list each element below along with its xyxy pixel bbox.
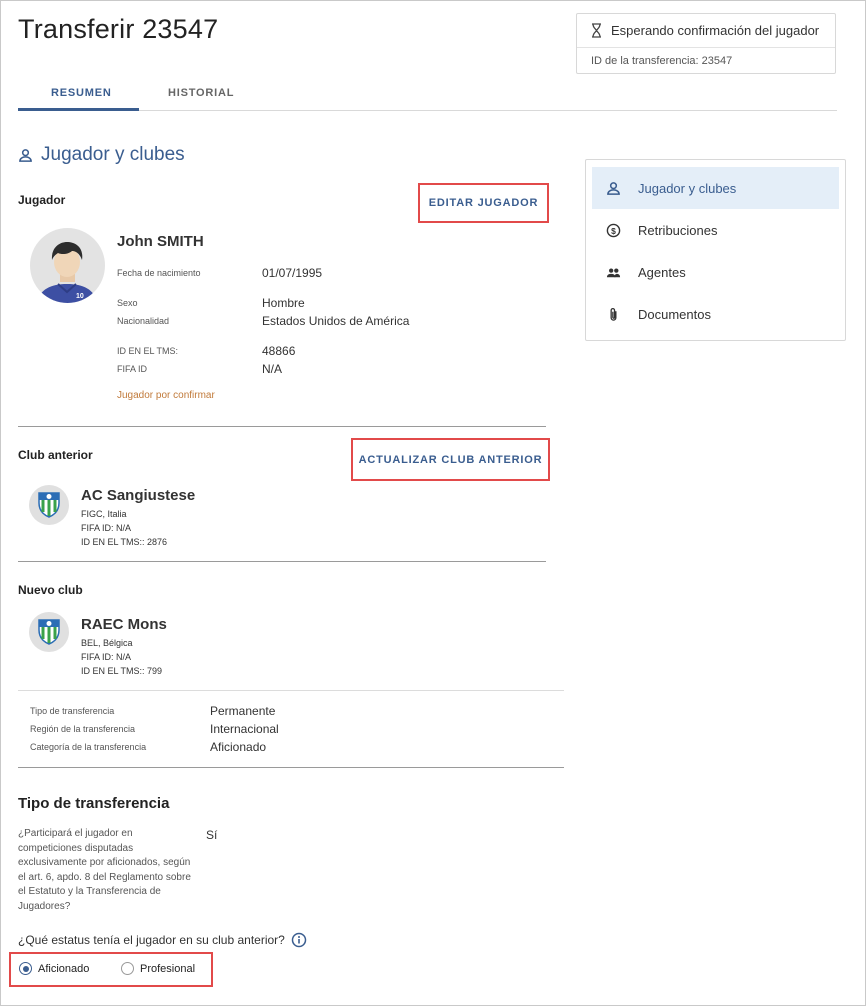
transfer-id: ID de la transferencia: 23547 [591, 55, 733, 67]
new-club-meta: BEL, Bélgica FIFA ID: N/A ID EN EL TMS::… [81, 636, 162, 678]
transfer-region-label: Región de la transferencia [30, 724, 136, 734]
tab-historial[interactable]: HISTORIAL [168, 87, 234, 99]
sidebar-item-documents[interactable]: Documentos [592, 293, 839, 335]
transfer-category-value: Aficionado [210, 740, 267, 754]
sex-value: Hombre [262, 296, 305, 310]
tab-bar: RESUMEN HISTORIAL [18, 78, 837, 111]
fifa-id-value: N/A [262, 362, 283, 376]
radio-dot [121, 962, 134, 975]
radio-label: Profesional [140, 962, 196, 975]
divider [18, 767, 564, 768]
previous-club-badge [29, 485, 69, 525]
dob-value: 01/07/1995 [262, 266, 323, 280]
previous-club-association: FIGC, Italia [81, 509, 127, 519]
people-icon [606, 267, 621, 277]
previous-club-meta: FIGC, Italia FIFA ID: N/A ID EN EL TMS::… [81, 507, 167, 549]
hourglass-icon [592, 23, 601, 38]
new-club-tms-id: ID EN EL TMS:: 799 [81, 666, 163, 676]
previous-status-question: ¿Qué estatus tenía el jugador en su club… [18, 932, 307, 948]
new-club-heading: Nuevo club [18, 583, 83, 597]
sidebar-item-label: Retribuciones [638, 222, 718, 238]
radio-dot [19, 962, 32, 975]
page-title: Transferir 23547 [18, 14, 219, 44]
transfer-category-label: Categoría de la transferencia [30, 742, 147, 752]
nationality-value: Estados Unidos de América [262, 314, 410, 328]
tab-resumen[interactable]: RESUMEN [51, 87, 112, 99]
sidebar-item-label: Jugador y clubes [638, 180, 737, 196]
amateur-competition-answer: Sí [206, 828, 218, 842]
new-club-badge [29, 612, 69, 652]
radio-label: Aficionado [38, 962, 90, 975]
dollar-circle-icon: $ [606, 223, 621, 237]
new-club-association: BEL, Bélgica [81, 638, 133, 648]
player-avatar: 10 [30, 228, 105, 303]
divider [18, 690, 564, 691]
section-nav-panel: Jugador y clubes $ Retribuciones Agentes… [585, 159, 846, 341]
transfer-type-label: Tipo de transferencia [30, 706, 115, 716]
divider [18, 561, 546, 562]
previous-club-heading: Club anterior [18, 448, 93, 462]
previous-club-fifa-id: FIFA ID: N/A [81, 523, 132, 533]
shield-crest-icon [38, 619, 60, 645]
update-previous-club-button[interactable]: ACTUALIZAR CLUB ANTERIOR [351, 438, 550, 481]
dob-label: Fecha de nacimiento [117, 268, 201, 278]
amateur-competition-question: ¿Participará el jugador en competiciones… [18, 828, 191, 912]
status-label: Esperando confirmación del jugador [611, 23, 820, 38]
sex-label: Sexo [117, 298, 138, 308]
sidebar-item-remuneration[interactable]: $ Retribuciones [592, 209, 839, 251]
previous-club-tms-id: ID EN EL TMS:: 2876 [81, 537, 168, 547]
person-icon [607, 181, 620, 195]
section-title-text: Jugador y clubes [41, 144, 185, 165]
paperclip-icon [610, 307, 617, 321]
transfer-status-box: Esperando confirmación del jugador ID de… [576, 13, 836, 74]
previous-status-question-text: ¿Qué estatus tenía el jugador en su club… [18, 933, 285, 947]
player-heading: Jugador [18, 193, 66, 207]
sidebar-item-player-and-clubs[interactable]: Jugador y clubes [592, 167, 839, 209]
person-icon [19, 148, 32, 162]
player-name: John SMITH [117, 233, 204, 250]
fifa-id-label: FIFA ID [117, 364, 148, 374]
sidebar-item-agents[interactable]: Agentes [592, 251, 839, 293]
edit-player-button[interactable]: EDITAR JUGADOR [418, 183, 549, 223]
transfer-type-heading: Tipo de transferencia [18, 795, 170, 812]
sidebar-item-label: Agentes [638, 264, 686, 280]
info-icon[interactable] [291, 932, 307, 948]
new-club-name: RAEC Mons [81, 616, 167, 633]
shirt-number: 10 [76, 293, 84, 300]
tms-id-value: 48866 [262, 344, 296, 358]
radio-amateur[interactable]: Aficionado [19, 962, 89, 975]
status-row: Esperando confirmación del jugador [577, 14, 835, 48]
player-status-radio-group: Aficionado Profesional [9, 952, 213, 987]
section-title: Jugador y clubes [18, 144, 185, 166]
radio-professional[interactable]: Profesional [121, 962, 195, 975]
shield-crest-icon [38, 492, 60, 518]
transfer-region-value: Internacional [210, 722, 279, 736]
player-pending-status: Jugador por confirmar [117, 390, 215, 401]
svg-text:$: $ [611, 225, 616, 235]
tms-id-label: ID EN EL TMS: [117, 346, 179, 356]
nationality-label: Nacionalidad [117, 316, 170, 326]
new-club-fifa-id: FIFA ID: N/A [81, 652, 132, 662]
active-tab-indicator [18, 108, 139, 111]
previous-club-name: AC Sangiustese [81, 487, 196, 504]
divider [18, 426, 546, 427]
sidebar-item-label: Documentos [638, 306, 711, 322]
transfer-type-value: Permanente [210, 704, 276, 718]
